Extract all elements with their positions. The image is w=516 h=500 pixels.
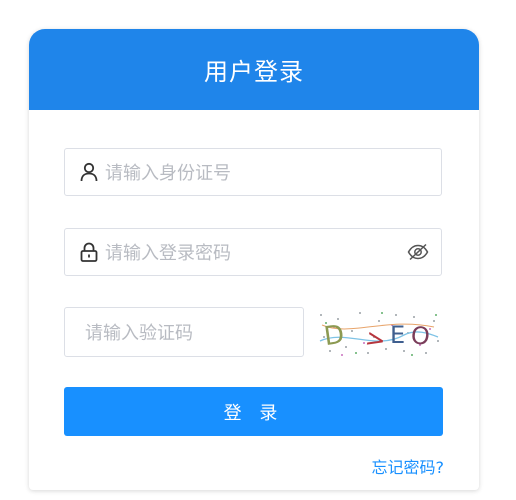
login-button-label: 登 录 xyxy=(223,402,284,424)
svg-text:E: E xyxy=(390,321,405,349)
page-title: 用户登录 xyxy=(204,58,304,86)
id-number-input[interactable]: 请输入身份证号 xyxy=(64,148,442,196)
user-icon xyxy=(79,162,99,182)
id-number-placeholder: 请输入身份证号 xyxy=(105,163,231,184)
svg-text:O: O xyxy=(409,321,431,351)
password-placeholder: 请输入登录密码 xyxy=(105,243,231,264)
forgot-password-link[interactable]: 忘记密码? xyxy=(372,454,445,478)
eye-off-icon[interactable] xyxy=(407,241,429,263)
svg-text:>: > xyxy=(363,324,388,356)
login-card: 用户登录 请输入身份证号 请输入登录密码 请输入验证码 D > E O 登 录 … xyxy=(29,29,479,490)
lock-icon xyxy=(79,242,99,262)
captcha-image[interactable]: D > E O D>EO xyxy=(316,307,442,359)
login-button[interactable]: 登 录 xyxy=(64,387,443,436)
captcha-placeholder: 请输入验证码 xyxy=(85,323,193,344)
card-header: 用户登录 xyxy=(29,29,479,110)
captcha-text: D>EO xyxy=(442,307,443,308)
captcha-input[interactable]: 请输入验证码 xyxy=(64,307,304,357)
password-input[interactable]: 请输入登录密码 xyxy=(64,228,442,276)
svg-text:D: D xyxy=(322,320,346,352)
